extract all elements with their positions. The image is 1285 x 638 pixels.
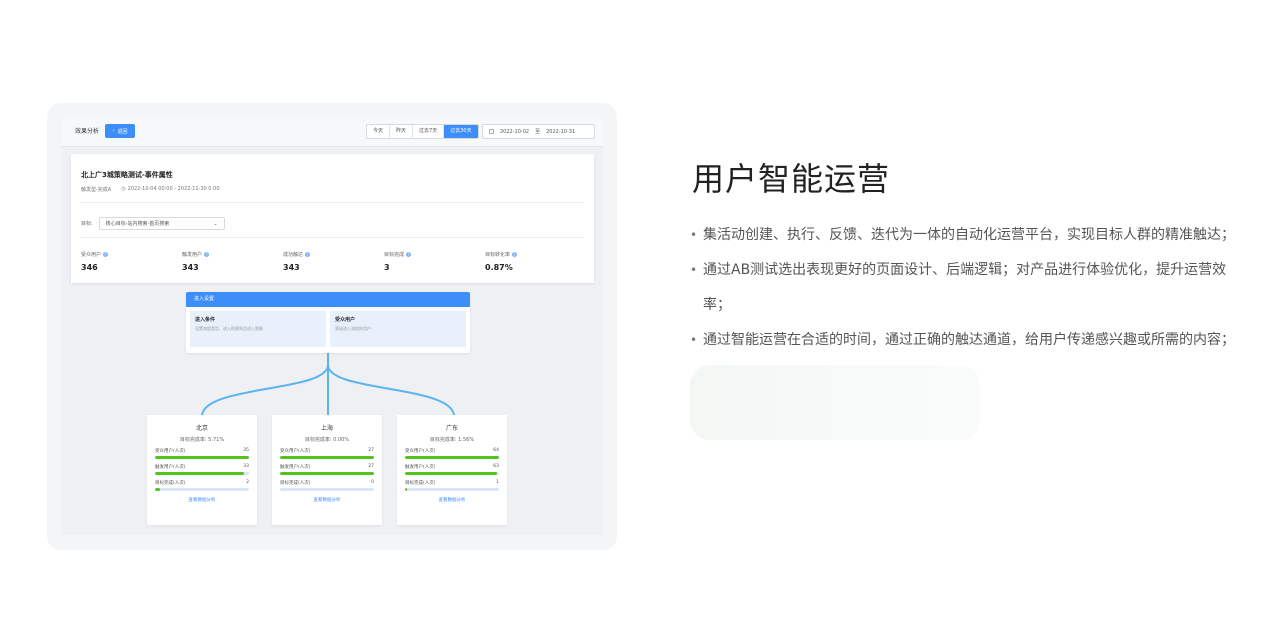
city-rate: 目标完成率: 1.56%	[429, 437, 475, 443]
stat-bar-fill	[280, 472, 374, 475]
stat-bar-fill	[405, 456, 499, 459]
feature-bullet: • 集活动创建、执行、反馈、迭代为一体的自动化运营平台，实现目标人群的精准触达；	[690, 218, 1235, 253]
city-card-beijing: 北京 目标完成率: 5.71% 受众用户(人次) 35 触发用户(人次) 33 目标…	[147, 415, 257, 525]
stat-bar	[155, 488, 249, 491]
stat-value: 63	[493, 464, 499, 469]
stat-label: 目标完成(人次)	[155, 481, 186, 486]
stat-label: 目标完成(人次)	[280, 481, 311, 486]
bullet-dot: •	[690, 228, 698, 242]
stat-label: 目标完成(人次)	[405, 481, 436, 486]
stat-value: 27	[368, 464, 374, 469]
city-card-guangdong: 广东 目标完成率: 1.56% 受众用户(人次) 64 触发用户(人次) 63 目标…	[397, 415, 507, 525]
bullet-dot: •	[690, 263, 698, 277]
stat-label: 受众用户(人次)	[280, 449, 311, 454]
view-analysis-link[interactable]: 查看数据分析	[272, 497, 382, 503]
stat-bar	[405, 488, 499, 491]
stat-row: 触发用户(人次) 33	[155, 464, 249, 475]
entry-header: 进入设置	[186, 292, 470, 307]
stat-bar	[155, 472, 249, 475]
entry-condition-sub: 设置流程类型、进入的规则及进入限制	[195, 326, 263, 331]
feature-heading: 用户智能运营	[692, 160, 891, 198]
feature-bullet-text: 通过智能运营在合适的时间，通过正确的触达通道，给用户传递感兴趣或所需的内容；	[703, 332, 1235, 348]
city-name: 北京	[195, 425, 208, 432]
stat-label: 触发用户(人次)	[280, 465, 311, 470]
stat-row: 受众用户(人次) 27	[280, 448, 374, 459]
entry-audience[interactable]: 受众用户 筛选进入流程的用户	[330, 311, 466, 347]
stat-bar	[405, 456, 499, 459]
bullet-dot: •	[690, 333, 698, 347]
entry-settings: 进入设置 进入条件 设置流程类型、进入的规则及进入限制 受众用户 筛选进入流程的…	[186, 292, 470, 353]
stat-row: 目标完成(人次) 2	[155, 480, 249, 491]
stat-label: 触发用户(人次)	[155, 465, 186, 470]
stat-value: 0	[371, 480, 374, 485]
stat-value: 33	[243, 464, 249, 469]
stat-label: 触发用户(人次)	[405, 465, 436, 470]
stat-row: 目标完成(人次) 1	[405, 480, 499, 491]
stat-value: 27	[368, 448, 374, 453]
stat-bar-fill	[280, 456, 374, 459]
city-name: 广东	[445, 425, 458, 432]
stat-value: 1	[496, 480, 499, 485]
feature-bullets: • 集活动创建、执行、反馈、迭代为一体的自动化运营平台，实现目标人群的精准触达；…	[690, 218, 1235, 358]
city-rate: 目标完成率: 0.00%	[304, 437, 350, 443]
feature-bullet: • 通过AB测试选出表现更好的页面设计、后端逻辑；对产品进行体验优化，提升运营效…	[690, 253, 1235, 323]
stat-label: 受众用户(人次)	[405, 449, 436, 454]
entry-condition[interactable]: 进入条件 设置流程类型、进入的规则及进入限制	[190, 311, 326, 347]
analysis-dashboard: 效果分析 ‹ 返回 今天 昨天 过去7天 过去30天 2022-10-02 至 …	[62, 117, 603, 535]
view-analysis-link[interactable]: 查看数据分析	[147, 497, 257, 503]
stat-bar	[155, 456, 249, 459]
stat-bar-fill	[405, 472, 498, 475]
stat-row: 目标完成(人次) 0	[280, 480, 374, 491]
feature-bullet-text: 通过AB测试选出表现更好的页面设计、后端逻辑；对产品进行体验优化，提升运营效率；	[703, 262, 1227, 313]
entry-audience-title: 受众用户	[335, 317, 356, 323]
stat-row: 受众用户(人次) 64	[405, 448, 499, 459]
stat-bar	[280, 488, 374, 491]
stat-bar-fill	[155, 456, 249, 459]
view-analysis-link[interactable]: 查看数据分析	[397, 497, 507, 503]
stat-bar	[280, 456, 374, 459]
stat-bar	[280, 472, 374, 475]
stat-bar-fill	[155, 472, 244, 475]
stat-bar-fill	[155, 488, 161, 491]
stat-row: 受众用户(人次) 35	[155, 448, 249, 459]
stat-bar-fill	[405, 488, 407, 491]
feature-bullet-text: 集活动创建、执行、反馈、迭代为一体的自动化运营平台，实现目标人群的精准触达；	[703, 227, 1235, 243]
stat-bar	[405, 472, 499, 475]
stat-label: 受众用户(人次)	[155, 449, 186, 454]
stat-row: 触发用户(人次) 27	[280, 464, 374, 475]
city-name: 上海	[320, 425, 333, 432]
feature-bullet: • 通过智能运营在合适的时间，通过正确的触达通道，给用户传递感兴趣或所需的内容；	[690, 323, 1235, 358]
entry-audience-sub: 筛选进入流程的用户	[335, 326, 371, 331]
branch-beijing	[201, 353, 329, 416]
decorative-blur	[690, 365, 980, 440]
stat-value: 64	[493, 448, 499, 453]
city-card-shanghai: 上海 目标完成率: 0.00% 受众用户(人次) 27 触发用户(人次) 27 目标…	[272, 415, 382, 525]
city-rate: 目标完成率: 5.71%	[179, 437, 225, 443]
stat-value: 35	[243, 448, 249, 453]
entry-condition-title: 进入条件	[195, 317, 216, 323]
stat-row: 触发用户(人次) 63	[405, 464, 499, 475]
branch-guangdong	[327, 364, 455, 416]
stat-value: 2	[246, 480, 249, 485]
